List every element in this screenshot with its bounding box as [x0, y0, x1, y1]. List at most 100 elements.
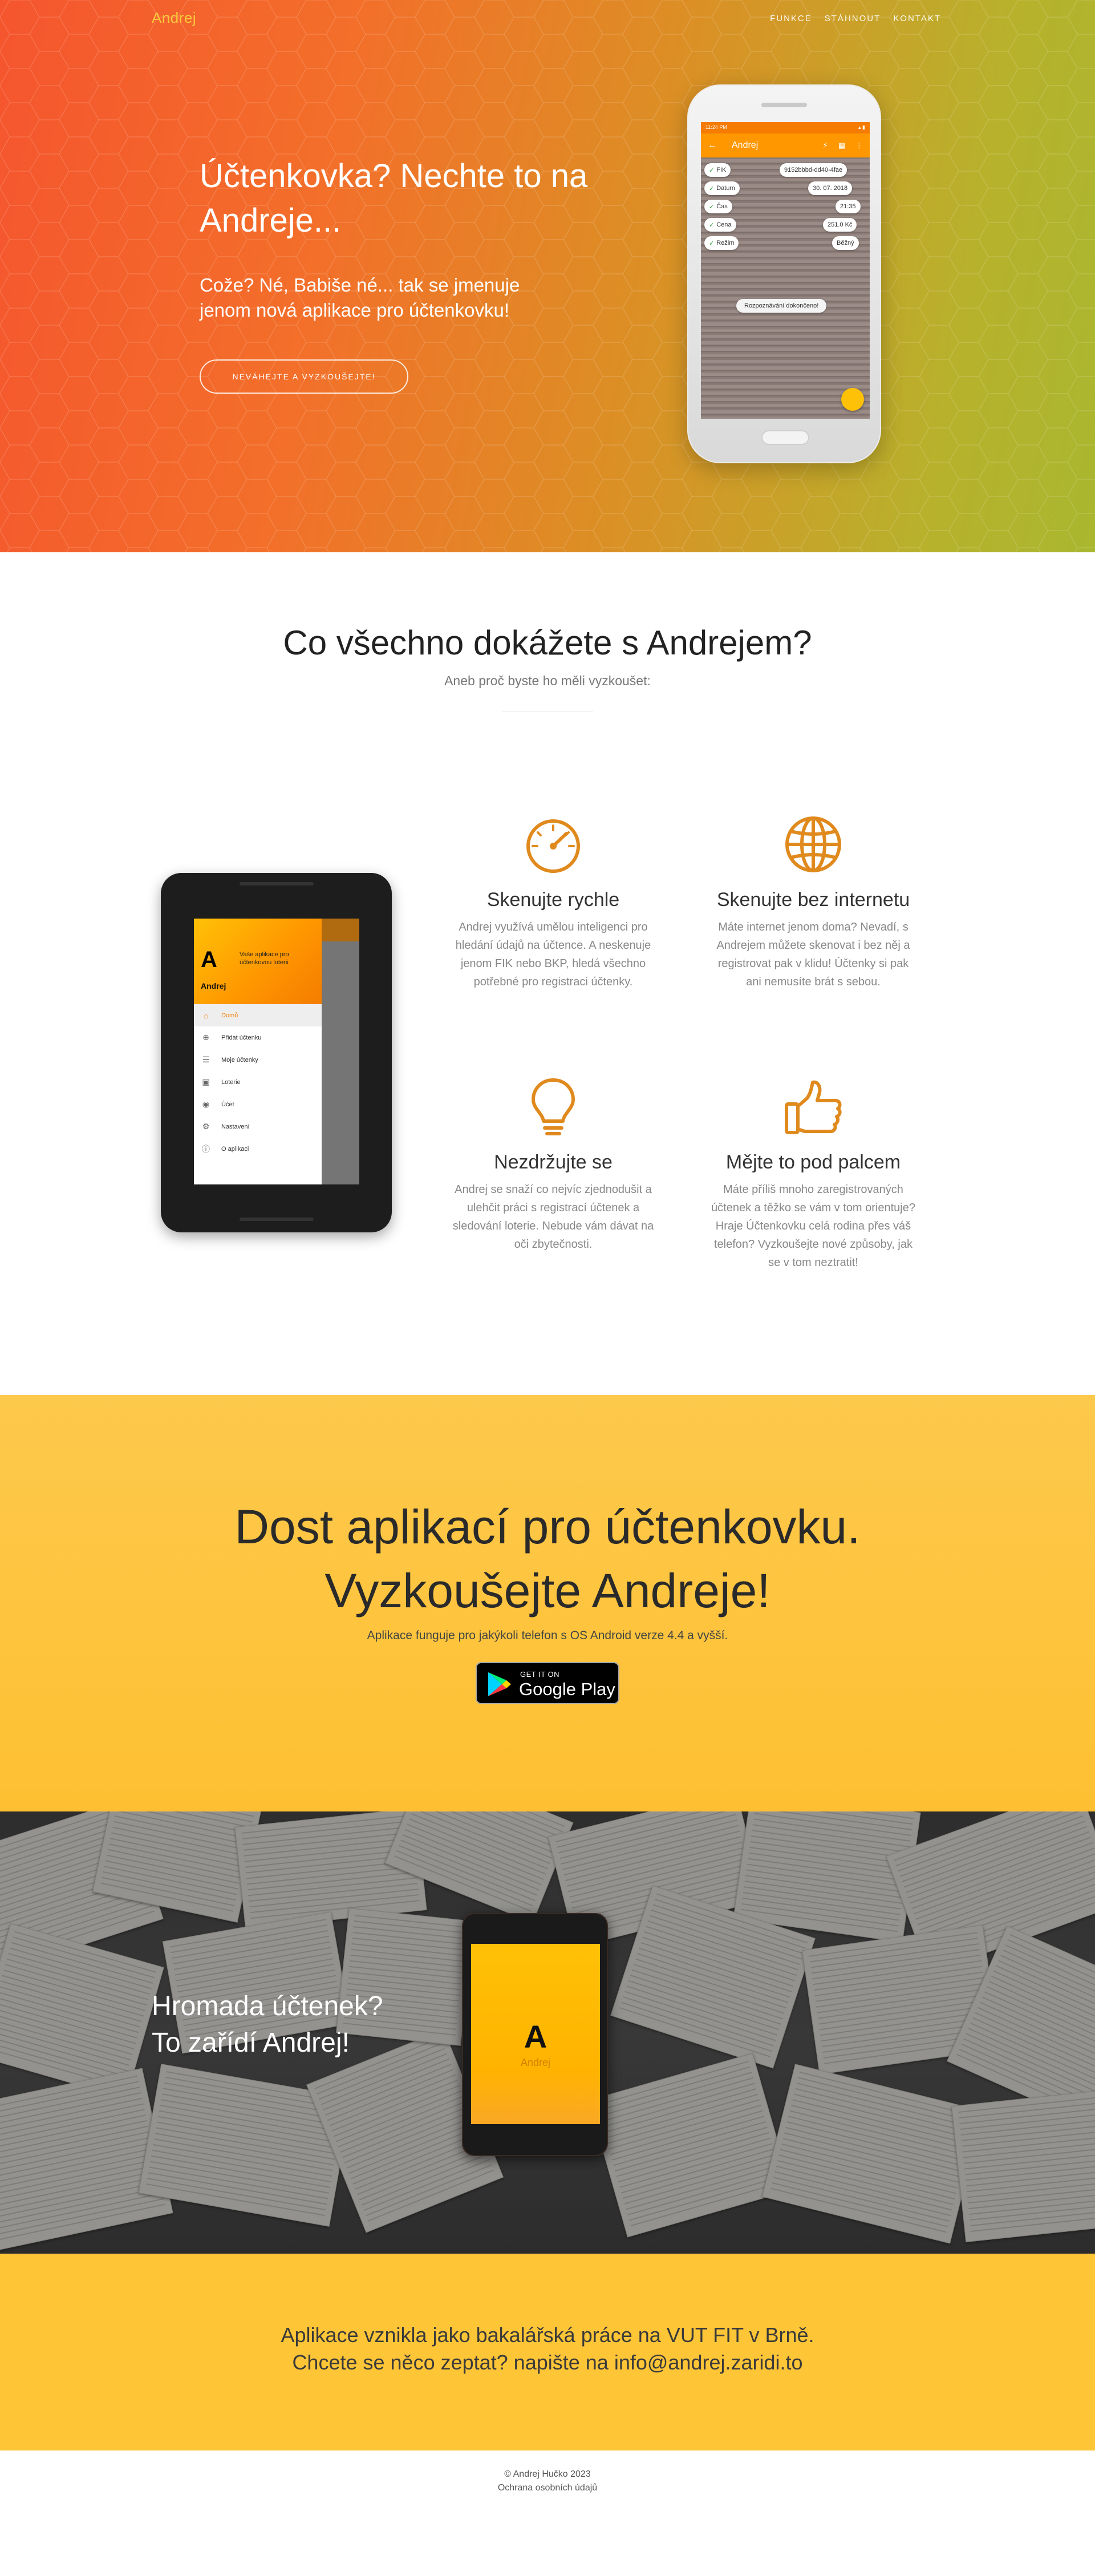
features-subtitle: Aneb proč byste ho měli vyzkoušet:	[444, 673, 651, 688]
photo-phone-app-name: Andrej	[520, 2057, 551, 2068]
nav-link-kontakt[interactable]: KONTAKT	[893, 14, 941, 23]
app-logo-icon: A	[201, 947, 217, 972]
features-title: Co všechno dokážete s Andrejem?	[283, 624, 812, 662]
receipts-photo-section: Hromada účtenek? To zařídí Andrej! A And…	[0, 1811, 1095, 2254]
field-value-fik: 9152bbbd-dd40-4fae	[780, 163, 847, 177]
flash-icon: ⚡	[822, 141, 828, 149]
app-bar-actions: ⚡ ▦ ⋮	[823, 141, 863, 150]
phone-speaker	[761, 103, 807, 107]
capture-fab-button	[841, 388, 864, 411]
contact-info-section: Aplikace vznikla jako bakalářská práce n…	[0, 2254, 1095, 2450]
feature-text: Andrej se snaží co nejvíc zjednodušit a …	[452, 1183, 654, 1251]
photo-caption: Hromada účtenek? To zařídí Andrej!	[152, 1988, 383, 2061]
phone-app-bar: ← Andrej ⚡ ▦ ⋮	[701, 134, 870, 157]
tablet-screen: A Vaše aplikace pro účtenkovou loterii A…	[194, 919, 359, 1184]
hexagon-pattern-background	[0, 0, 1095, 552]
drawer-item-settings: ⚙ Nastavení	[194, 1115, 322, 1138]
phone-screen: 11:24 PM ▴ ▮ ← Andrej ⚡ ▦ ⋮ ✓ FIK 9152bbb…	[701, 122, 870, 419]
more-icon: ⋮	[855, 141, 863, 149]
grid-icon: ▦	[838, 141, 845, 149]
drawer-app-name: Andrej	[201, 981, 226, 990]
nav-link-stahnout[interactable]: STÁHNOUT	[825, 14, 881, 23]
tablet-speaker	[240, 882, 314, 885]
cta-heading-line2: Vyzkoušejte Andreje!	[325, 1564, 770, 1617]
speedometer-icon	[526, 819, 580, 873]
brand-logo-link[interactable]: Andrej	[152, 9, 196, 27]
store-badge-small-text: GET IT ON	[520, 1670, 560, 1679]
nav-link-funkce[interactable]: FUNKCE	[770, 14, 812, 23]
drawer-item-add-receipt: ⊕ Přidat účtenku	[194, 1026, 322, 1049]
status-time: 11:24 PM	[705, 124, 727, 130]
field-label-datum: ✓ Datum	[704, 181, 740, 195]
drawer-header: A Vaše aplikace pro účtenkovou loterii A…	[194, 919, 322, 1004]
try-it-button[interactable]: NEVÁHEJTE A VYZKOUŠEJTE!	[200, 359, 408, 394]
feature-keep-control: Mějte to pod palcem Máte příliš mnoho za…	[711, 1075, 916, 1272]
check-icon: ✓	[709, 203, 715, 211]
drawer-item-home: ⌂ Domů	[194, 1004, 322, 1026]
nav-links: FUNKCE STÁHNOUT KONTAKT	[770, 14, 941, 23]
drawer-tagline: Vaše aplikace pro účtenkovou loterii	[240, 951, 289, 966]
info-icon: ⓘ	[202, 1144, 210, 1154]
check-icon: ✓	[709, 167, 715, 174]
tablet-bottom-bar	[240, 1218, 314, 1221]
phone-app-title: Andrej	[732, 140, 759, 150]
top-navbar: Andrej FUNKCE STÁHNOUT KONTAKT	[0, 0, 1095, 40]
field-value-rezim: Běžný	[832, 236, 859, 250]
check-icon: ✓	[709, 221, 715, 229]
feature-title: Skenujte bez internetu	[716, 889, 910, 911]
back-arrow-icon: ←	[708, 140, 717, 150]
feature-scan-fast: Skenujte rychle Andrej využívá umělou in…	[451, 813, 656, 991]
cta-heading: Dost aplikací pro účtenkovku. Vyzkoušejt…	[0, 1495, 1095, 1623]
receipt-camera-preview	[701, 157, 870, 419]
status-icons: ▴ ▮	[858, 124, 865, 130]
drawer-scrim	[322, 919, 359, 1184]
photo-caption-line1: Hromada účtenek?	[152, 1991, 383, 2021]
app-logo-icon: A	[524, 2019, 548, 2055]
feature-no-delay: Nezdržujte se Andrej se snaží co nejvíc …	[451, 1075, 656, 1253]
receipt-icon: ☰	[202, 1055, 210, 1064]
drawer-item-my-receipts: ☰ Moje účtenky	[194, 1049, 322, 1071]
photo-caption-line2: To zařídí Andrej!	[152, 2028, 350, 2058]
google-play-badge-button[interactable]: GET IT ON Google Play	[476, 1662, 619, 1704]
thumbs-up-icon	[785, 1080, 842, 1134]
lightbulb-icon	[532, 1078, 575, 1135]
feature-title: Skenujte rychle	[486, 889, 620, 911]
tablet-mockup: A Vaše aplikace pro účtenkovou loterii A…	[161, 873, 392, 1232]
drawer-item-account: ◉ Účet	[194, 1093, 322, 1115]
globe-icon	[785, 816, 841, 872]
footer-copyright: © Andrej Hučko 2023	[504, 2469, 591, 2479]
account-icon: ◉	[202, 1099, 210, 1109]
hero-subtitle: Cože? Né, Babiše né... tak se jmenuje je…	[200, 274, 520, 321]
footer: © Andrej Hučko 2023 Ochrana osobních úda…	[0, 2450, 1095, 2576]
photo-phone: A Andrej	[462, 1913, 608, 2156]
drawer-item-about: ⓘ O aplikaci	[202, 1144, 249, 1154]
phone-home-button	[761, 430, 809, 445]
field-value-datum: 30. 07. 2018	[808, 181, 853, 195]
info-contact-text[interactable]: Chcete se něco zeptat? napište na info@a…	[0, 2351, 1095, 2375]
download-cta-section: Dost aplikací pro účtenkovku. Vyzkoušejt…	[0, 1395, 1095, 1811]
info-thesis-text: Aplikace vznikla jako bakalářská práce n…	[281, 2323, 814, 2347]
add-circle-icon: ⊕	[202, 1033, 209, 1042]
feature-text: Andrej využívá umělou inteligenci pro hl…	[455, 921, 651, 988]
feature-scan-offline: Skenujte bez internetu Máte internet jen…	[711, 813, 916, 991]
hero-section: Účtenkovka? Nechte to na Andreje... Cože…	[0, 0, 1095, 552]
cta-note: Aplikace funguje pro jakýkoli telefon s …	[367, 1629, 728, 1642]
gear-icon: ⚙	[202, 1122, 210, 1131]
feature-text: Máte příliš mnoho zaregistrovaných účten…	[711, 1183, 915, 1269]
field-label-fik: ✓ FIK	[704, 163, 731, 177]
app-bar-dimmed	[322, 919, 359, 941]
navigation-drawer: A Vaše aplikace pro účtenkovou loterii A…	[194, 919, 322, 1184]
field-value-cas: 21:35	[836, 200, 861, 213]
feature-title: Nezdržujte se	[494, 1151, 613, 1173]
phone-status-bar: 11:24 PM ▴ ▮	[701, 122, 870, 134]
field-label-rezim: ✓ Režim	[704, 236, 739, 250]
footer-privacy-link[interactable]: Ochrana osobních údajů	[0, 2483, 1095, 2493]
hero-title: Účtenkovka? Nechte to na Andreje...	[200, 157, 588, 239]
hero-phone-mockup: 11:24 PM ▴ ▮ ← Andrej ⚡ ▦ ⋮ ✓ FIK 9152bbb…	[687, 84, 881, 463]
field-label-cas: ✓ Čas	[704, 200, 732, 213]
feature-title: Mějte to pod palcem	[725, 1151, 901, 1173]
drawer-item-lottery: ▣ Loterie	[194, 1071, 322, 1093]
recognition-done-toast: Rozpoznávání dokončeno!	[736, 299, 827, 313]
home-icon: ⌂	[203, 1010, 209, 1020]
store-badge-big-text: Google Play	[519, 1679, 615, 1699]
